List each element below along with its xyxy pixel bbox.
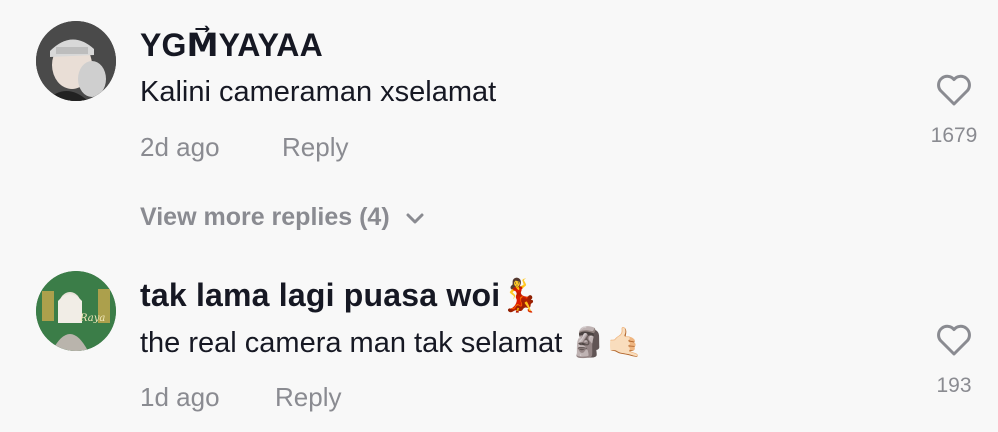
avatar[interactable] [36, 21, 116, 101]
view-more-label: View more replies (4) [140, 203, 390, 231]
heart-outline-icon [937, 74, 971, 106]
like-button[interactable] [934, 70, 974, 110]
comment-text: Kalini cameraman xselamat [140, 76, 497, 108]
chevron-down-icon [406, 213, 424, 223]
reply-button[interactable]: Reply [282, 132, 348, 163]
like-count: 1679 [930, 124, 978, 147]
reply-button[interactable]: Reply [275, 382, 341, 413]
comment-username[interactable]: tak lama lagi puasa woi💃 [140, 276, 540, 314]
comment-time: 1d ago [140, 382, 220, 412]
comment-text: the real camera man tak selamat 🗿🤙🏻 [140, 327, 643, 359]
avatar-image [36, 21, 116, 101]
heart-outline-icon [937, 324, 971, 356]
like-button[interactable] [934, 320, 974, 360]
avatar[interactable]: Raya [36, 271, 116, 351]
comment-time: 2d ago [140, 132, 220, 162]
comment-username[interactable]: YGM⃗YAYAA [140, 26, 323, 64]
svg-text:Raya: Raya [79, 313, 105, 324]
view-more-replies-button[interactable]: View more replies (4) [140, 203, 426, 232]
like-count: 193 [936, 374, 972, 397]
comment-thread: YGM⃗YAYAA Kalini cameraman xselamat 2d a… [0, 0, 998, 432]
avatar-image: Raya [36, 271, 116, 351]
